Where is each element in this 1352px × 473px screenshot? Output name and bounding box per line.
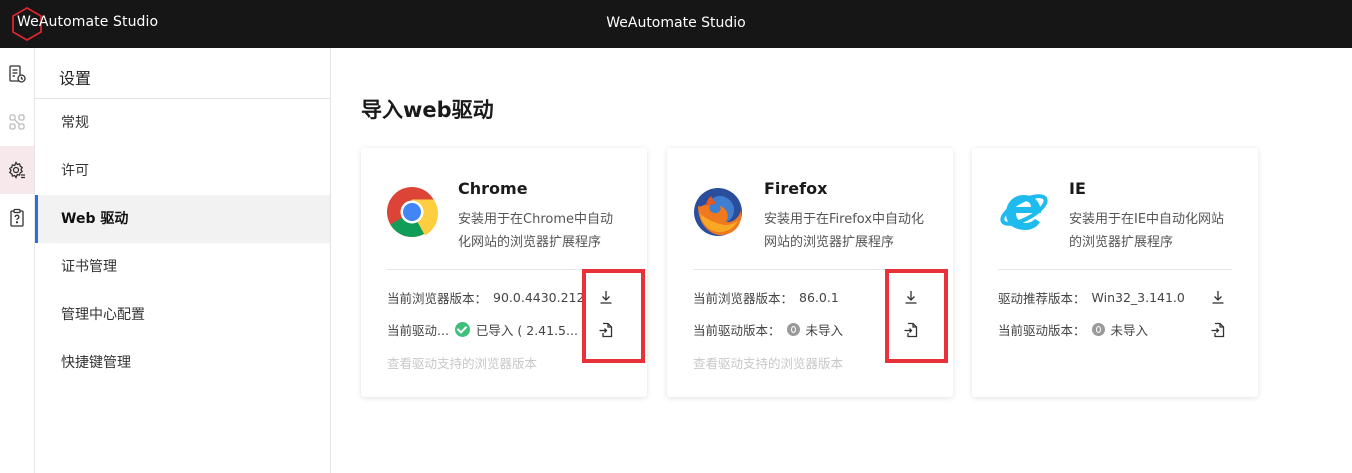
recommended-version-value: Win32_3.141.0: [1091, 290, 1185, 305]
browser-name: Firefox: [764, 179, 828, 198]
supported-versions-link[interactable]: 查看驱动支持的浏览器版本: [693, 353, 843, 372]
sidebar-item-management-center[interactable]: 管理中心配置: [35, 291, 330, 339]
driver-version-label: 当前驱动版本：: [693, 323, 781, 338]
highlight-box-firefox-actions: [885, 269, 948, 363]
download-icon: [1212, 291, 1224, 304]
browser-name: Chrome: [458, 179, 528, 198]
import-driver-button[interactable]: [1209, 321, 1227, 339]
driver-status: 未导入: [1110, 323, 1149, 338]
window-title: WeAutomate Studio: [606, 15, 746, 31]
highlight-box-chrome-actions: [582, 269, 645, 363]
sidebar-title: 设置: [59, 69, 92, 88]
driver-status: 已导入 ( 2.41.5...: [475, 323, 578, 338]
ie-logo-icon: [1000, 194, 1048, 230]
clipboard-help-icon: [10, 208, 24, 227]
document-clock-icon: [9, 65, 26, 83]
page-title: 导入web驱动: [361, 98, 494, 122]
settings-gear-icon: [8, 161, 25, 179]
sidebar-item-certificates[interactable]: 证书管理: [35, 243, 330, 291]
check-circle-icon: [454, 322, 470, 337]
rail-item-settings[interactable]: [0, 146, 34, 194]
browser-name: IE: [1069, 179, 1086, 198]
browser-version-value: 86.0.1: [799, 290, 839, 305]
workflow-nodes-icon: [9, 114, 25, 130]
driver-version-label: 当前驱动版本：: [998, 323, 1086, 338]
browser-description: 安装用于在IE中自动化网站的浏览器扩展程序: [1069, 212, 1225, 250]
driver-status: 未导入: [805, 323, 844, 338]
import-file-icon: [1211, 322, 1225, 338]
browser-version-label: 当前浏览器版本：: [387, 291, 488, 306]
browser-version-label: 当前浏览器版本：: [693, 291, 794, 306]
main-panel: 导入web驱动 Chrome 安装用于在Chrome中自动化网站的浏览器扩展程序…: [331, 48, 1352, 473]
driver-card-ie: IE 安装用于在IE中自动化网站的浏览器扩展程序 驱动推荐版本： Win32_3.…: [972, 148, 1258, 397]
sidebar-item-license[interactable]: 许可: [35, 147, 330, 195]
firefox-logo-icon: [694, 188, 742, 236]
card-divider: [998, 269, 1232, 270]
icon-rail: [0, 48, 35, 473]
rail-item-workflow[interactable]: [0, 98, 34, 146]
browser-description: 安装用于在Firefox中自动化网站的浏览器扩展程序: [764, 212, 925, 250]
browser-version-value: 90.0.4430.212: [493, 290, 585, 305]
title-bar: WeAutomate Studio WeAutomate Studio: [0, 0, 1352, 48]
sidebar-item-general[interactable]: 常规: [35, 99, 330, 147]
sidebar-item-web-driver[interactable]: Web 驱动: [35, 195, 330, 243]
driver-version-label: 当前驱动...: [387, 323, 449, 338]
browser-description: 安装用于在Chrome中自动化网站的浏览器扩展程序: [458, 212, 613, 250]
settings-sidebar: 设置 常规 许可 Web 驱动 证书管理 管理中心配置 快捷键管理: [35, 48, 331, 473]
supported-versions-link[interactable]: 查看驱动支持的浏览器版本: [387, 353, 537, 372]
sidebar-item-shortcuts[interactable]: 快捷键管理: [35, 339, 330, 387]
not-imported-icon: [1091, 323, 1105, 336]
driver-version-row: 当前驱动版本： 未导入: [998, 320, 1232, 340]
recommended-version-row: 驱动推荐版本： Win32_3.141.0: [998, 288, 1232, 308]
rail-item-document[interactable]: [0, 50, 34, 98]
not-imported-icon: [786, 323, 800, 336]
rail-item-help[interactable]: [0, 194, 34, 242]
recommended-version-label: 驱动推荐版本：: [998, 291, 1086, 306]
chrome-logo-icon: [387, 187, 438, 237]
download-driver-button[interactable]: [1209, 288, 1227, 306]
